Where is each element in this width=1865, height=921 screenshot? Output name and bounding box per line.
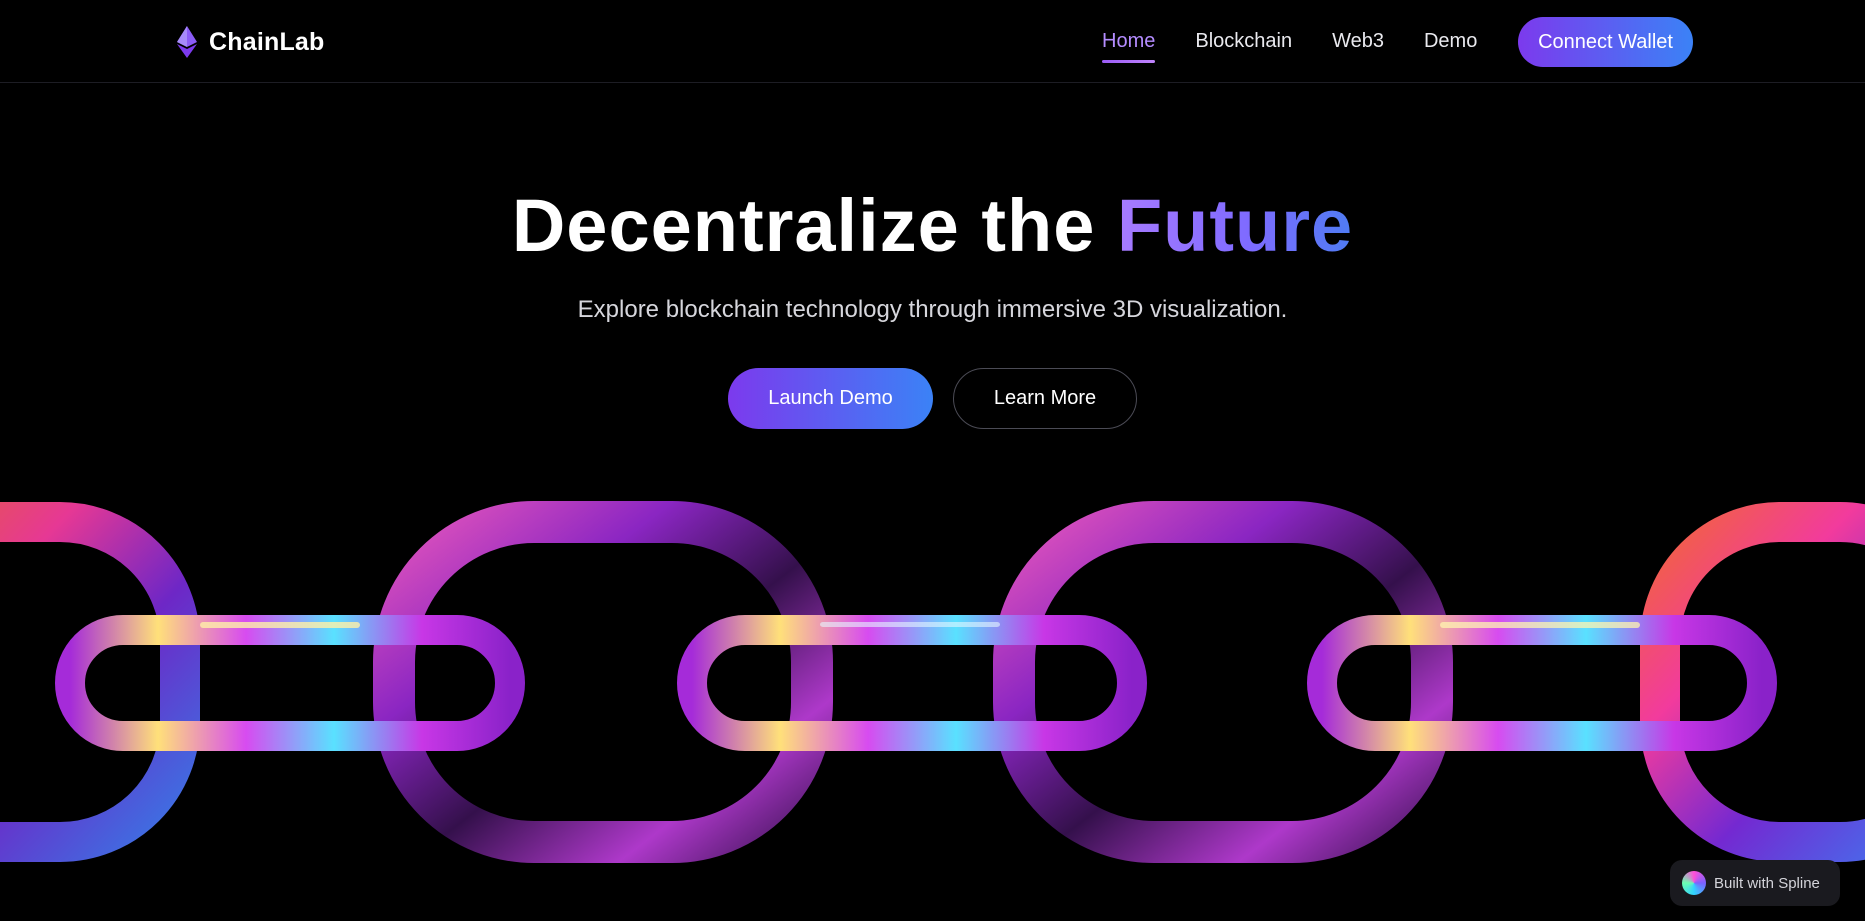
- nav-item-web3[interactable]: Web3: [1332, 30, 1384, 63]
- link-highlight: [200, 622, 360, 628]
- brand[interactable]: ChainLab: [177, 26, 325, 58]
- main-nav: Home Blockchain Web3 Demo: [1102, 30, 1477, 63]
- chain-link-horizontal: [677, 615, 1147, 751]
- chain-link-horizontal: [1307, 615, 1777, 751]
- chain-link-vertical: [373, 501, 833, 863]
- 3d-chain-visual[interactable]: [0, 500, 1865, 870]
- spline-logo-icon: [1682, 871, 1706, 895]
- chain-link-vertical: [0, 502, 200, 862]
- spline-badge-label: Built with Spline: [1714, 874, 1820, 892]
- nav-item-demo[interactable]: Demo: [1424, 30, 1477, 63]
- link-highlight: [1440, 622, 1640, 628]
- nav-item-home[interactable]: Home: [1102, 30, 1156, 63]
- connect-wallet-button[interactable]: Connect Wallet: [1518, 17, 1693, 67]
- learn-more-button[interactable]: Learn More: [953, 368, 1137, 429]
- link-highlight: [820, 622, 1000, 627]
- hero-title: Decentralize the Future: [0, 183, 1865, 268]
- top-navigation-bar: ChainLab Home Blockchain Web3 Demo Conne…: [0, 0, 1865, 83]
- chain-link-horizontal: [55, 615, 525, 751]
- launch-demo-button[interactable]: Launch Demo: [728, 368, 933, 429]
- chain-link-vertical: [993, 501, 1453, 863]
- built-with-spline-badge[interactable]: Built with Spline: [1670, 860, 1840, 906]
- brand-name: ChainLab: [209, 27, 325, 56]
- ethereum-diamond-icon: [177, 26, 197, 58]
- hero-subtitle: Explore blockchain technology through im…: [577, 296, 1288, 323]
- hero-title-accent: Future: [1116, 184, 1354, 267]
- nav-item-blockchain[interactable]: Blockchain: [1195, 30, 1292, 63]
- hero-title-main: Decentralize the: [511, 184, 1117, 267]
